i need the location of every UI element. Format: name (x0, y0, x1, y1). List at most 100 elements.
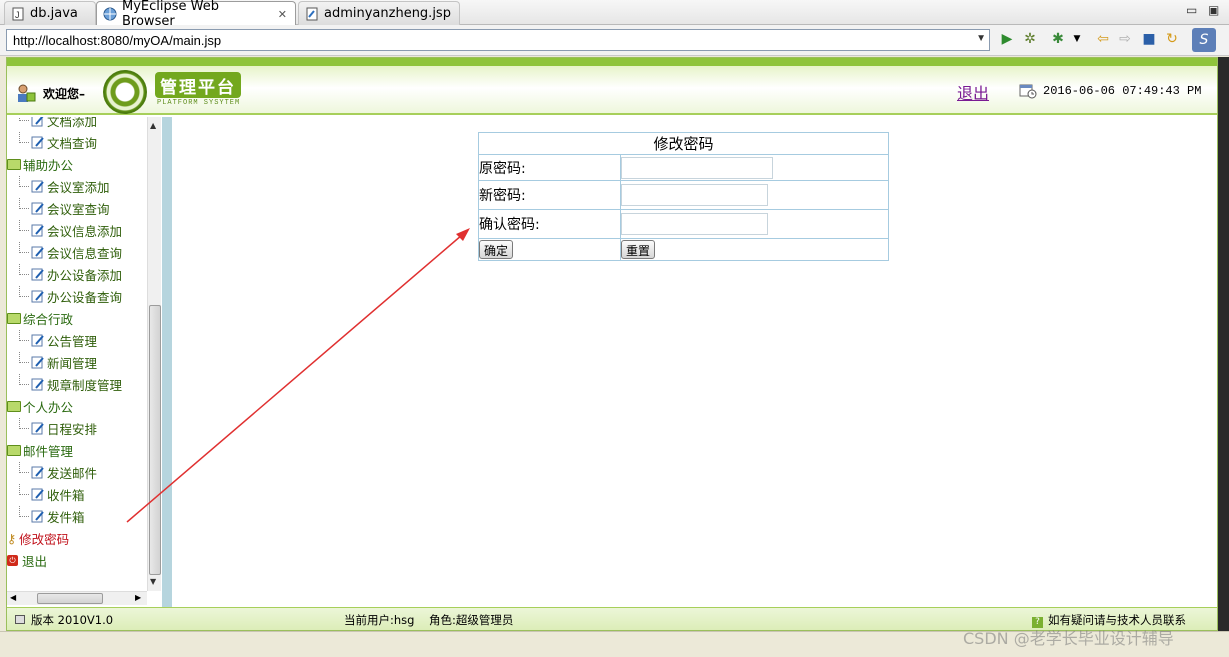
sidebar-group[interactable]: 综合行政 (7, 307, 73, 329)
version-label: 版本 2010V1.0 (31, 613, 114, 627)
current-user-text: 当前用户:hsg (344, 613, 415, 627)
sidebar-horizontal-scrollbar[interactable]: ◀ ▶ (7, 591, 147, 605)
chevron-down-icon[interactable]: ▼ (976, 33, 986, 44)
sidebar-item-label: 会议室查询 (47, 201, 110, 217)
forward-icon[interactable]: ⇨ (1116, 30, 1134, 48)
scroll-up-icon[interactable]: ▲ (150, 121, 156, 130)
sidebar-item[interactable]: 收件箱 (7, 483, 85, 505)
new-password-label: 新密码: (478, 180, 621, 210)
back-icon[interactable]: ⇦ (1094, 30, 1112, 48)
tab-web-browser[interactable]: MyEclipse Web Browser ✕ (96, 0, 296, 29)
sidebar-item[interactable]: 发送邮件 (7, 461, 97, 483)
folder-icon (7, 400, 21, 412)
sidebar-item[interactable]: 新闻管理 (7, 351, 97, 373)
version-text: 版本 2010V1.0 (15, 612, 113, 628)
sidebar-item-label: 办公设备添加 (47, 267, 123, 283)
editor-tab-bar: J db.java MyEclipse Web Browser ✕ adminy… (0, 0, 1229, 29)
jsp-file-icon (305, 7, 319, 21)
old-password-input[interactable] (621, 156, 773, 179)
url-input[interactable]: http://localhost:8080/myOA/main.jsp ▼ (6, 29, 990, 51)
stop-icon[interactable]: ■ (1140, 30, 1158, 48)
chevron-down-icon[interactable]: ▼ (1068, 30, 1086, 48)
sidebar-item[interactable]: 会议信息查询 (7, 241, 122, 263)
key-icon: ⚷ (7, 530, 17, 546)
sidebar-item[interactable]: 文档添加 (7, 117, 97, 131)
sidebar-item-label: 发送邮件 (47, 465, 98, 481)
scrollbar-thumb[interactable] (37, 593, 103, 604)
watermark: CSDN @老学长毕业设计辅导 (963, 629, 1174, 648)
tree-branch (19, 285, 29, 297)
sidebar-group[interactable]: 辅助办公 (7, 153, 73, 175)
sidebar-item-exit[interactable]: ⏻ 退出 (7, 549, 47, 571)
close-icon[interactable]: ✕ (278, 8, 287, 21)
tree-branch (19, 373, 29, 385)
sidebar-item-label: 文档添加 (47, 117, 98, 129)
sidebar-item[interactable]: 会议室查询 (7, 197, 110, 219)
sidebar-nav: 文档添加文档查询 辅助办公会议室添加会议室查询会议信息添加 会议信息查询办公设备添加… (7, 117, 147, 607)
sidebar-item-label: 会议室添加 (47, 179, 110, 195)
role-text: 角色:超级管理员 (429, 613, 514, 627)
tree-branch (19, 461, 29, 473)
confirm-password-label: 确认密码: (478, 209, 621, 239)
tree-branch (19, 175, 29, 187)
confirm-button[interactable]: 确定 (479, 240, 514, 259)
sidebar-item[interactable]: 公告管理 (7, 329, 97, 351)
sidebar-item[interactable]: 办公设备查询 (7, 285, 122, 307)
tab-adminyanzheng-jsp[interactable]: adminyanzheng.jsp (298, 1, 460, 25)
tree-branch (19, 483, 29, 495)
app-header: 欢迎您– 管理平台 PLATFORM SYSYTEM 退出 2016-06-06… (7, 58, 1217, 115)
tree-branch (19, 263, 29, 275)
maximize-icon[interactable]: ▣ (1208, 3, 1219, 17)
reset-button[interactable]: 重置 (621, 240, 656, 259)
sidebar-item-label: 修改密码 (19, 531, 70, 547)
frame-divider[interactable] (162, 117, 172, 607)
run-config-icon[interactable]: ✱ (1049, 30, 1067, 48)
sidebar-item[interactable]: 办公设备添加 (7, 263, 122, 285)
sidebar-item[interactable]: 日程安排 (7, 417, 97, 439)
scrollbar-thumb[interactable] (149, 305, 161, 575)
sidebar-item-label: 办公设备查询 (47, 289, 123, 305)
logo-title: 管理平台 (155, 72, 241, 98)
sidebar-item[interactable]: 会议信息添加 (7, 219, 122, 241)
welcome-area: 欢迎您– (15, 82, 85, 104)
datetime-text: 2016-06-06 07:49:43 PM (1043, 84, 1202, 98)
scroll-right-icon[interactable]: ▶ (135, 593, 141, 602)
sidebar-item[interactable]: 会议室添加 (7, 175, 110, 197)
minimize-icon[interactable]: ▭ (1186, 3, 1197, 17)
tab-db-java[interactable]: J db.java (4, 1, 96, 25)
play-icon[interactable]: ▶ (998, 30, 1016, 48)
sidebar-item-label: 公告管理 (47, 333, 98, 349)
clock: 2016-06-06 07:49:43 PM (1019, 83, 1201, 99)
sidebar-vertical-scrollbar[interactable]: ▲ ▼ (147, 117, 161, 591)
edit-doc-icon (31, 245, 45, 259)
sidebar-item-label: 邮件管理 (23, 443, 74, 459)
browser-toolbar: http://localhost:8080/myOA/main.jsp ▼ (0, 25, 1229, 56)
sidebar-item-label: 个人办公 (23, 399, 74, 415)
logout-link[interactable]: 退出 (957, 80, 989, 104)
edit-doc-icon (31, 289, 45, 303)
sidebar-item[interactable]: 文档查询 (7, 131, 97, 153)
sidebar-item-label: 综合行政 (23, 311, 74, 327)
perspective-icon[interactable]: S (1192, 28, 1216, 52)
sidebar-item[interactable]: 发件箱 (7, 505, 85, 527)
scroll-left-icon[interactable]: ◀ (10, 593, 16, 602)
calendar-clock-icon (1019, 84, 1037, 99)
edit-doc-icon (31, 267, 45, 281)
debug-icon[interactable]: ✲ (1021, 30, 1039, 48)
new-password-input[interactable] (621, 184, 768, 206)
change-password-form: 修改密码 原密码: 新密码: 确认密码: 确定 重置 (478, 132, 889, 261)
java-file-icon: J (11, 7, 25, 21)
edit-doc-icon (31, 509, 45, 523)
sidebar-group[interactable]: 个人办公 (7, 395, 73, 417)
confirm-password-input[interactable] (621, 213, 768, 235)
scroll-down-icon[interactable]: ▼ (150, 577, 156, 586)
edit-doc-icon (31, 333, 45, 347)
window-edge (1218, 57, 1229, 631)
sidebar-item-change-password[interactable]: ⚷ 修改密码 (7, 527, 69, 549)
url-text: http://localhost:8080/myOA/main.jsp (13, 33, 222, 48)
edit-doc-icon (31, 135, 45, 149)
sidebar-item[interactable]: 规章制度管理 (7, 373, 122, 395)
sidebar-group[interactable]: 邮件管理 (7, 439, 73, 461)
edit-doc-icon (31, 179, 45, 193)
refresh-icon[interactable]: ↻ (1163, 30, 1181, 48)
